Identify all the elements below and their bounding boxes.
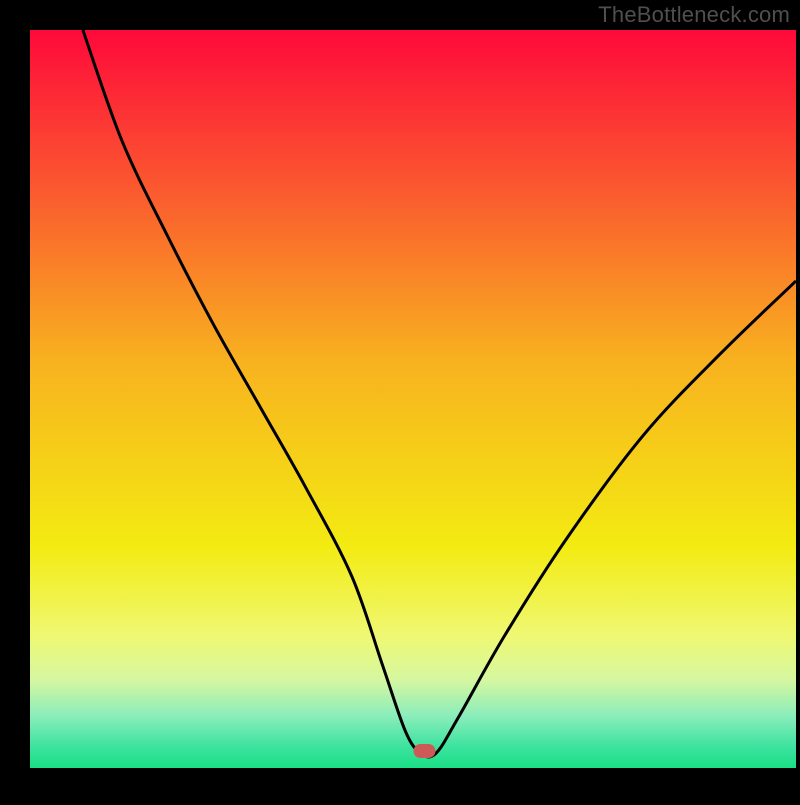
min-marker xyxy=(413,744,435,758)
chart-container xyxy=(0,0,800,800)
watermark-label: TheBottleneck.com xyxy=(598,2,790,28)
bottleneck-chart xyxy=(0,0,800,800)
plot-background xyxy=(30,30,796,768)
